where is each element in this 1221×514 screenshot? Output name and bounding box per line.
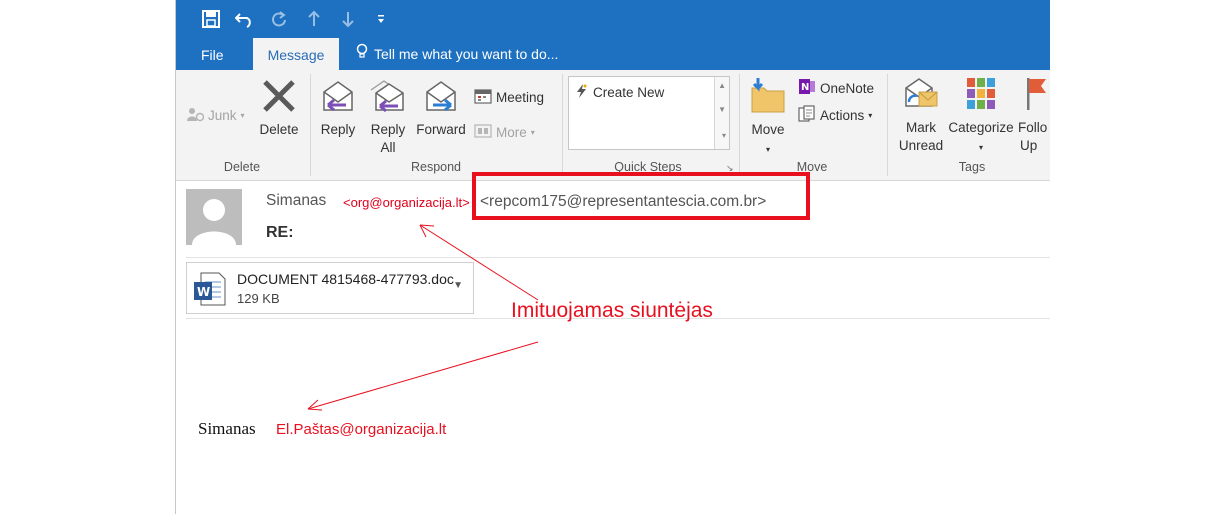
annotation-label: Imituojamas siuntėjas	[511, 299, 713, 322]
outlook-message-window: File Message Tell me what you want to do…	[175, 0, 1050, 514]
signature-email[interactable]: El.Paštas@organizacija.lt	[276, 421, 446, 438]
signature-name: Simanas	[198, 419, 256, 438]
